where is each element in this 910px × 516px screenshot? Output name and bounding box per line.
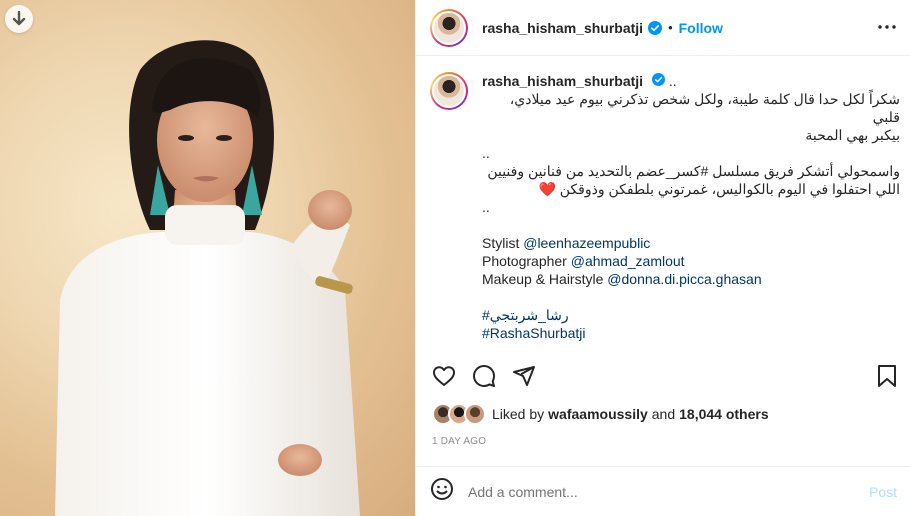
share-plane-icon[interactable] (512, 364, 536, 393)
caption-trail: .. (668, 73, 677, 89)
caption-username[interactable]: rasha_hisham_shurbatji (482, 73, 643, 89)
liker-avatars[interactable] (432, 403, 486, 425)
more-options-icon[interactable] (877, 17, 897, 42)
post-photo[interactable] (0, 0, 415, 516)
comment-input[interactable] (468, 483, 869, 500)
caption-header-line: rasha_hisham_shurbatji .. (482, 72, 900, 90)
makeup-credit: Makeup & Hairstyle @donna.di.picca.ghasa… (482, 270, 900, 288)
caption-line: واسمحولي أتشكر فريق مسلسل #كسر_عضم بالتح… (487, 163, 900, 179)
photographer-link[interactable]: @ahmad_zamlout (571, 253, 685, 269)
liker-username[interactable]: wafaamoussily (548, 406, 648, 422)
post-header: rasha_hisham_shurbatji • Follow (416, 0, 910, 56)
photographer-label: Photographer (482, 253, 567, 269)
stylist-link[interactable]: @leenhazeempublic (523, 235, 650, 251)
caption-line: .. (482, 199, 490, 215)
portrait-illustration (55, 40, 360, 516)
liked-by-connector: and (651, 406, 676, 422)
caption-line: شكراً لكل حدا قال كلمة طيبة، ولكل شخص تذ… (509, 91, 900, 125)
hashtag-arabic-link[interactable]: #رشا_شربتجي (482, 306, 900, 324)
photographer-credit: Photographer @ahmad_zamlout (482, 252, 900, 270)
comment-bar: Post (416, 466, 910, 516)
download-button[interactable] (5, 5, 33, 33)
save-bookmark-icon[interactable] (876, 364, 898, 393)
likes-row: Liked by wafaamoussily and 18,044 others (432, 402, 769, 426)
follow-button[interactable]: Follow (679, 20, 723, 36)
verified-badge-icon (648, 20, 663, 35)
avatar[interactable] (430, 8, 468, 47)
caption-body: rasha_hisham_shurbatji .. شكراً لكل حدا … (482, 72, 900, 342)
post-comment-button[interactable]: Post (869, 484, 897, 500)
others-count[interactable]: 18,044 others (679, 406, 769, 422)
caption: rasha_hisham_shurbatji .. شكراً لكل حدا … (430, 72, 900, 344)
caption-line: بيكبر بهي المحبة (805, 127, 900, 143)
verified-badge-icon (651, 73, 665, 86)
liked-by-prefix: Liked by (492, 406, 545, 422)
action-bar (416, 356, 910, 396)
dot-separator: • (668, 20, 673, 35)
header-username[interactable]: rasha_hisham_shurbatji (482, 20, 643, 36)
post-panel: rasha_hisham_shurbatji • Follow rasha_hi… (415, 0, 910, 516)
like-heart-icon[interactable] (432, 364, 456, 393)
hashtag-english-link[interactable]: #RashaShurbatji (482, 324, 900, 342)
caption-avatar[interactable] (430, 72, 468, 110)
makeup-link[interactable]: @donna.di.picca.ghasan (607, 271, 761, 287)
arrow-down-icon (12, 11, 26, 26)
post-timestamp[interactable]: 1 DAY AGO (432, 436, 486, 447)
caption-line: اللي احتفلوا في اليوم بالكواليس، غمرتوني… (538, 181, 900, 197)
stylist-label: Stylist (482, 235, 520, 251)
makeup-label: Makeup & Hairstyle (482, 271, 604, 287)
comment-bubble-icon[interactable] (472, 364, 496, 393)
stylist-credit: Stylist @leenhazeempublic (482, 234, 900, 252)
emoji-smiley-icon[interactable] (430, 477, 454, 506)
caption-line: .. (482, 145, 490, 161)
